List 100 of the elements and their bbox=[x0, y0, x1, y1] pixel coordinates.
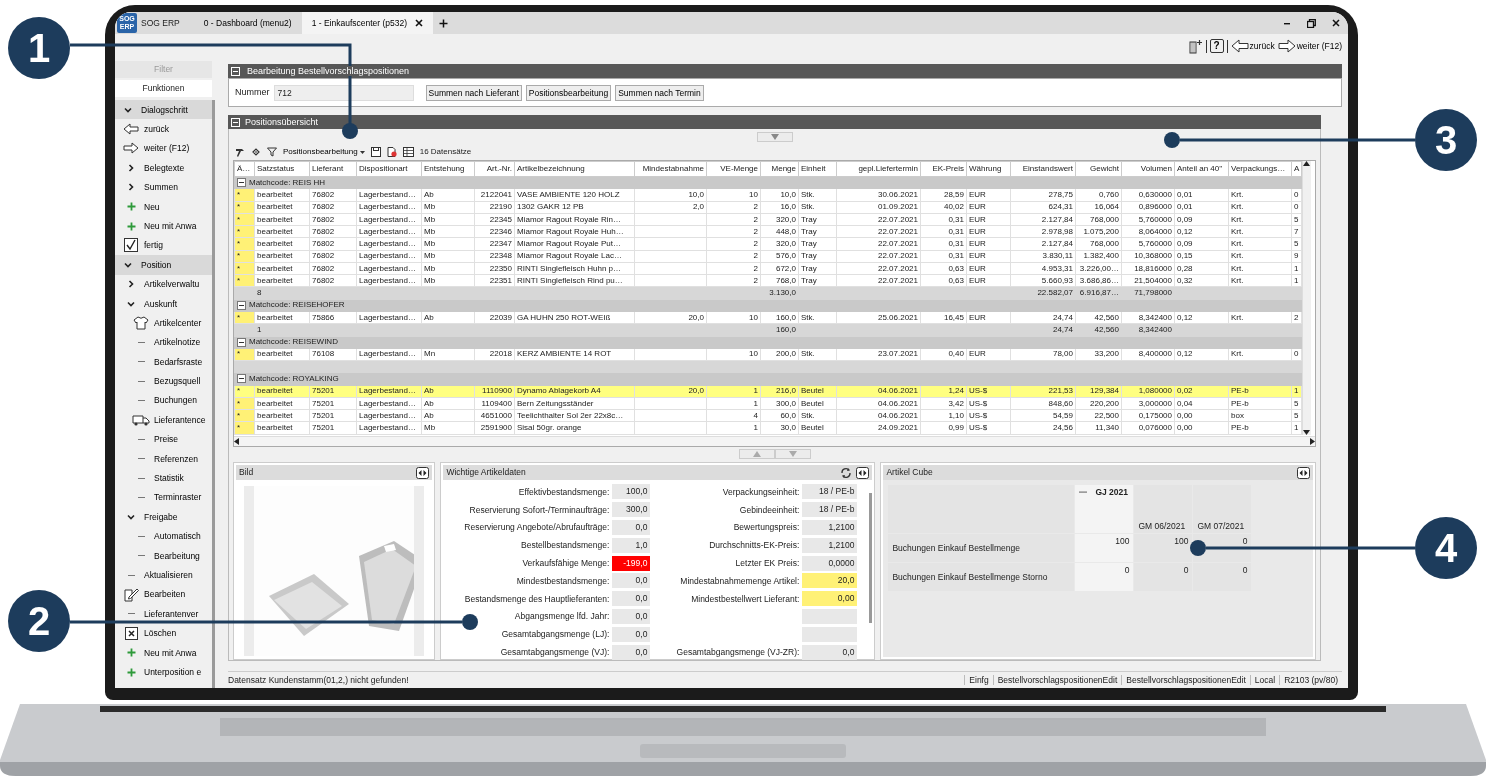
table-row[interactable]: * bearbeitet 75201 Lagerbestand… Mb 2591900 Sisal 50gr. orange 1 30,0 Beutel 24.09.2021 0,99 US-$ 24,56 11,340 0,076000 0,00 PE-b 1 bbox=[234, 421, 1302, 435]
value-field[interactable]: 0,0 bbox=[612, 644, 651, 660]
chevron-icon[interactable] bbox=[127, 280, 135, 289]
table-row[interactable]: * bearbeitet 76802 Lagerbestand… Mb 22346 Miamor Ragout Royale Huh… 2 448,0 Tray 22.07.2021 0,31 EUR 2.978,98 1.075,200 8,064000 0,12 Krt. 7 bbox=[234, 225, 1302, 238]
tree-group-header[interactable]: Dialogschritt bbox=[115, 100, 212, 120]
sidebar-item[interactable]: Preise bbox=[115, 429, 212, 450]
chevron-icon[interactable] bbox=[127, 299, 135, 308]
column-header[interactable]: GJ 2021 bbox=[1079, 487, 1130, 498]
column-header[interactable]: Lieferant bbox=[309, 161, 357, 177]
left-arrow-icon[interactable] bbox=[234, 438, 239, 445]
link-icon[interactable] bbox=[251, 147, 261, 157]
column-header[interactable]: Entstehung bbox=[421, 161, 475, 177]
sidebar-item[interactable]: Bearbeitung bbox=[115, 546, 212, 566]
chevron-icon[interactable] bbox=[124, 105, 132, 114]
column-header[interactable]: Einheit bbox=[798, 161, 837, 177]
value-field[interactable]: 0,0 bbox=[612, 520, 651, 535]
vertical-scrollbar[interactable] bbox=[1302, 161, 1311, 435]
chevron-icon[interactable] bbox=[127, 512, 135, 521]
sidebar-item[interactable]: Belegtexte bbox=[115, 158, 212, 178]
chevron-icon[interactable] bbox=[127, 163, 135, 172]
tree-group-header[interactable]: Position bbox=[115, 255, 212, 275]
column-header[interactable]: Gewicht bbox=[1075, 161, 1122, 177]
table-row[interactable]: * bearbeitet 76108 Lagerbestand… Mn 22018 KERZ AMBIENTE 14 ROT 10 200,0 Stk. 23.07.2021 0,40 EUR 78,00 33,200 8,400000 0,12 Krt. 0 bbox=[234, 348, 1302, 361]
sidebar-item[interactable]: Unterposition e bbox=[115, 662, 212, 682]
value-field[interactable]: 0,0 bbox=[612, 608, 651, 624]
sidebar-item[interactable]: zurück bbox=[115, 119, 212, 139]
value-field[interactable]: -199,0 bbox=[612, 555, 651, 571]
back-button[interactable]: zurück bbox=[1230, 39, 1275, 53]
splitter-button[interactable] bbox=[756, 131, 793, 142]
sidebar-item[interactable]: weiter (F12) bbox=[115, 138, 212, 159]
add-column-icon[interactable] bbox=[1188, 38, 1203, 54]
column-header[interactable]: Volumen bbox=[1121, 161, 1175, 177]
sidebar-item[interactable]: Bezugsquell bbox=[115, 371, 212, 391]
value-field[interactable]: 18 / PE-b bbox=[802, 484, 858, 500]
sidebar-item[interactable]: Buchungen bbox=[115, 390, 212, 411]
expand-icon[interactable] bbox=[856, 466, 870, 479]
sidebar-item[interactable]: fertig bbox=[115, 235, 212, 256]
table-row[interactable]: * bearbeitet 76802 Lagerbestand… Mb 22190 1302 GAKR 12 PB 2,0 2 16,0 Stk. 01.09.2021 40,02 EUR 624,31 16,064 0,896000 0,01 Krt. 0 bbox=[234, 201, 1302, 214]
collapse-icon[interactable] bbox=[237, 374, 246, 384]
filter-icon[interactable] bbox=[267, 147, 277, 157]
vertical-scrollbar[interactable] bbox=[869, 493, 873, 623]
chevron-icon[interactable] bbox=[127, 183, 135, 192]
sidebar-item[interactable]: Artikelcenter bbox=[115, 313, 212, 333]
column-header[interactable]: Einstandswert bbox=[1010, 161, 1076, 177]
group-header[interactable]: Matchcode: ROYALKING bbox=[237, 373, 339, 383]
sidebar-item[interactable]: Neu mit Anwa bbox=[115, 642, 212, 663]
table-row[interactable]: * bearbeitet 75201 Lagerbestand… Ab 1109400 Bern Zeitungsständer 1 300,0 Beutel 04.06.2021 3,42 US-$ 848,60 220,200 3,000000 0,04 PE-b 5 bbox=[234, 397, 1302, 410]
column-header[interactable]: VE-Menge bbox=[706, 161, 761, 177]
horizontal-scrollbar[interactable] bbox=[234, 436, 1315, 446]
column-header[interactable]: GM 06/2021 bbox=[1138, 520, 1186, 531]
column-header[interactable]: GM 07/2021 bbox=[1197, 520, 1245, 531]
column-header[interactable]: A bbox=[1291, 161, 1302, 177]
value-field[interactable]: 1,2100 bbox=[802, 520, 858, 535]
sidebar-item[interactable]: Freigabe bbox=[115, 507, 212, 527]
column-header[interactable]: Artikelbezeichnung bbox=[514, 161, 635, 177]
column-header[interactable]: Anteil an 40'' bbox=[1174, 161, 1229, 177]
sidebar-item[interactable]: Referenzen bbox=[115, 449, 212, 469]
column-header[interactable]: Menge bbox=[760, 161, 799, 177]
action-button[interactable]: Positionsbearbeitung bbox=[525, 84, 612, 101]
column-header[interactable]: Währung bbox=[966, 161, 1011, 177]
restore-icon[interactable] bbox=[1307, 18, 1316, 28]
window-tab[interactable]: 0 - Dashboard (menu2) bbox=[193, 12, 302, 34]
group-header[interactable]: Matchcode: REIS HH bbox=[237, 177, 326, 187]
sidebar-item[interactable]: Statistik bbox=[115, 468, 212, 488]
collapse-icon[interactable] bbox=[237, 300, 246, 310]
up-arrow-icon[interactable] bbox=[1303, 161, 1310, 166]
value-field[interactable]: 18 / PE-b bbox=[802, 502, 858, 518]
value-field[interactable]: 0,0 bbox=[612, 591, 651, 607]
delete-document-icon[interactable] bbox=[386, 147, 397, 157]
number-field[interactable]: 712 bbox=[273, 84, 414, 101]
value-field[interactable]: 0,00 bbox=[802, 591, 858, 607]
expand-icon[interactable] bbox=[1297, 466, 1310, 479]
table-row[interactable]: * bearbeitet 76802 Lagerbestand… Mb 22348 Miamor Ragout Royale Lac… 2 576,0 Tray 22.07.2021 0,31 EUR 3.830,11 1.382,400 10,368000 0,15 Krt. 9 bbox=[234, 250, 1302, 263]
value-field[interactable]: 20,0 bbox=[802, 573, 858, 589]
table-row[interactable]: * bearbeitet 76802 Lagerbestand… Mb 22351 RINTI Singlefleisch Rind pu… 2 768,0 Tray 22.07.2021 0,63 EUR 5.660,93 3.686,86… 21,504000 0,32 Krt. 1 bbox=[234, 274, 1302, 287]
sidebar-item[interactable]: Neu mit Anwa bbox=[115, 216, 212, 236]
sidebar-item[interactable]: Terminraster bbox=[115, 487, 212, 508]
column-header[interactable]: gepl.Liefertermin bbox=[836, 161, 921, 177]
close-icon[interactable] bbox=[1332, 19, 1340, 27]
grid-icon[interactable] bbox=[402, 147, 414, 157]
table-row[interactable]: * bearbeitet 75866 Lagerbestand… Ab 22039 GA HUHN 250 ROT-WEIß 20,0 10 160,0 Stk. 25.06.2021 16,45 EUR 24,74 42,560 8,342400 0,12 Krt. 2 bbox=[234, 311, 1302, 324]
group-header[interactable]: Matchcode: REISEWIND bbox=[237, 337, 338, 347]
sidebar-item[interactable]: Löschen bbox=[115, 623, 212, 643]
value-field[interactable]: 0,0 bbox=[612, 626, 651, 642]
view-dropdown[interactable]: Positionsbearbeitung bbox=[283, 147, 365, 157]
value-field[interactable]: 1,2100 bbox=[802, 537, 858, 553]
column-header[interactable]: Satzstatus bbox=[254, 161, 310, 177]
action-button[interactable]: Summen nach Lieferant bbox=[425, 84, 522, 101]
sidebar-item[interactable]: Bearbeiten bbox=[115, 584, 212, 605]
window-tab[interactable]: 1 - Einkaufscenter (p532) bbox=[301, 12, 434, 34]
sync-icon[interactable] bbox=[840, 466, 853, 479]
right-arrow-icon[interactable] bbox=[1310, 438, 1315, 445]
table-row[interactable]: * bearbeitet 76802 Lagerbestand… Mb 22347 Miamor Ragout Royale Put… 2 320,0 Tray 22.07.2021 0,31 EUR 2.127,84 768,000 5,760000 0,09 Krt. 5 bbox=[234, 237, 1302, 251]
collapse-icon[interactable] bbox=[237, 337, 246, 347]
table-row[interactable]: * bearbeitet 76802 Lagerbestand… Ab 2122041 VASE AMBIENTE 120 HOLZ 10,0 10 10,0 Stk. 30.06.2021 28,59 EUR 278,75 0,760 0,630000 0,01 Krt. 0 bbox=[234, 188, 1302, 202]
forward-button[interactable]: weiter (F12) bbox=[1277, 39, 1342, 53]
sidebar-item[interactable]: Automatisch bbox=[115, 526, 212, 546]
column-header[interactable]: Mindestabnahme bbox=[634, 161, 707, 177]
sidebar-item[interactable]: Summen bbox=[115, 177, 212, 197]
sidebar-item[interactable]: Artikelverwaltu bbox=[115, 274, 212, 294]
